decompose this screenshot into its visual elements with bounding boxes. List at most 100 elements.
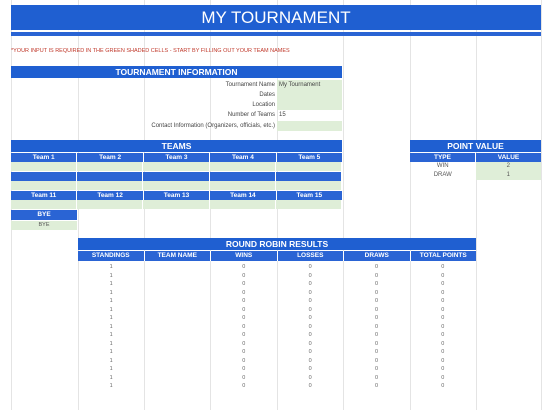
win-points-input[interactable]: 2 [475, 162, 541, 171]
losses-cell: 0 [308, 332, 312, 338]
team-header: Team 14 [210, 191, 277, 200]
standings-cell: 1 [109, 264, 113, 270]
draw-points-input[interactable]: 1 [475, 171, 541, 180]
wins-cell: 0 [242, 357, 246, 364]
losses-cell: 0 [308, 357, 312, 364]
info-label: Dates [259, 92, 275, 98]
losses-cell: 0 [308, 272, 312, 279]
draws-cell: 0 [374, 349, 378, 355]
wins-cell: 0 [242, 272, 246, 279]
team-name-input[interactable] [11, 181, 78, 190]
losses-cell: 0 [308, 315, 312, 321]
title-stripe [11, 32, 541, 36]
team-name-input[interactable] [143, 162, 210, 171]
losses-cell: 0 [308, 264, 312, 270]
total-points-cell: 0 [441, 366, 445, 372]
standings-cell: 1 [109, 349, 113, 355]
team-name-cell [144, 289, 210, 298]
standings-cell: 1 [109, 272, 113, 279]
info-label: Contact Information (Organizers, officia… [151, 123, 275, 129]
losses-cell: 0 [308, 349, 312, 355]
tournament-info-header: TOURNAMENT INFORMATION [11, 66, 342, 78]
losses-cell: 0 [308, 289, 312, 296]
draws-cell: 0 [374, 281, 378, 287]
standings-cell: 1 [109, 374, 113, 381]
column-header-losses: LOSSES [278, 251, 344, 261]
bye-header: BYE [11, 210, 77, 220]
team-name-cell [144, 340, 210, 349]
team-name-input[interactable] [11, 200, 78, 209]
team-name-input[interactable] [77, 200, 144, 209]
team-name-input[interactable] [209, 181, 276, 190]
team-name-cell [144, 374, 210, 383]
round-robin-table: STANDINGS TEAM NAME WINS LOSSES DRAWS TO… [78, 251, 476, 391]
standings-cell: 1 [109, 340, 113, 347]
bye-cell: BYE [11, 221, 77, 230]
info-label: Tournament Name [225, 82, 275, 88]
team-name-cell [144, 272, 210, 281]
team-name-input[interactable] [275, 162, 343, 171]
standings-cell: 1 [109, 281, 113, 287]
column-header-standings: STANDINGS [78, 251, 145, 261]
tournament-name-field[interactable]: My Tournament [277, 80, 342, 90]
team-name-input[interactable] [77, 162, 144, 171]
number-of-teams-value: 15 [279, 112, 286, 118]
team-name-input[interactable] [143, 200, 210, 209]
draws-cell: 0 [374, 306, 378, 313]
team-name-cell [144, 280, 210, 289]
total-points-cell: 0 [441, 281, 445, 287]
total-points-cell: 0 [441, 298, 445, 304]
team-name-cell [144, 365, 210, 374]
team-name-input[interactable] [77, 181, 144, 190]
team-name-cell [144, 348, 210, 357]
wins-cell: 0 [242, 264, 246, 270]
round-robin-header: ROUND ROBIN RESULTS [78, 238, 476, 250]
location-field[interactable] [277, 100, 342, 110]
team-header: Team 15 [296, 192, 323, 199]
losses-cell: 0 [308, 366, 312, 372]
team-name-input[interactable] [143, 181, 210, 190]
team-header: Team 4 [210, 153, 277, 162]
total-points-cell: 0 [441, 289, 445, 296]
column-header-wins: WINS [211, 251, 278, 261]
contact-field[interactable] [277, 121, 342, 131]
total-points-cell: 0 [441, 340, 445, 347]
draws-cell: 0 [374, 272, 378, 279]
wins-cell: 0 [242, 349, 246, 355]
team-header: Team 12 [77, 191, 144, 200]
point-type: WIN [436, 163, 449, 169]
team-name-input[interactable] [209, 162, 276, 171]
team-name-input[interactable] [209, 200, 276, 209]
total-points-cell: 0 [441, 374, 445, 381]
table-row: 1 0 0 0 0 [78, 289, 476, 298]
standings-cell: 1 [109, 298, 113, 304]
team-header: Team 3 [144, 153, 211, 162]
input-note: *YOUR INPUT IS REQUIRED IN THE GREEN SHA… [11, 48, 290, 54]
team-name-cell [144, 297, 210, 306]
team-name-input[interactable] [275, 181, 343, 190]
draws-cell: 0 [374, 366, 378, 372]
info-label: Location [252, 102, 275, 108]
tournament-info-table: Tournament Name My Tournament Dates Loca… [11, 80, 342, 131]
standings-cell: 1 [109, 366, 113, 372]
team-name-input[interactable] [275, 200, 343, 209]
table-row: 1 0 0 0 0 [78, 331, 476, 340]
draws-cell: 0 [374, 289, 378, 296]
total-points-cell: 0 [441, 332, 445, 338]
standings-cell: 1 [109, 357, 113, 364]
losses-cell: 0 [308, 374, 312, 381]
team-name-input[interactable] [11, 162, 78, 171]
dates-field[interactable] [277, 90, 342, 100]
column-header-team-name: TEAM NAME [145, 251, 211, 261]
table-row: 1 0 0 0 0 [78, 365, 476, 374]
table-row: 1 0 0 0 0 [78, 297, 476, 306]
team-name-cell [144, 323, 210, 332]
total-points-cell: 0 [441, 357, 445, 364]
draws-cell: 0 [374, 374, 378, 381]
wins-cell: 0 [242, 298, 246, 304]
losses-cell: 0 [308, 383, 312, 389]
point-value-table: TYPE VALUE WIN 2 DRAW 1 [410, 153, 541, 180]
standings-cell: 1 [109, 306, 113, 313]
wins-cell: 0 [242, 332, 246, 338]
losses-cell: 0 [308, 298, 312, 304]
